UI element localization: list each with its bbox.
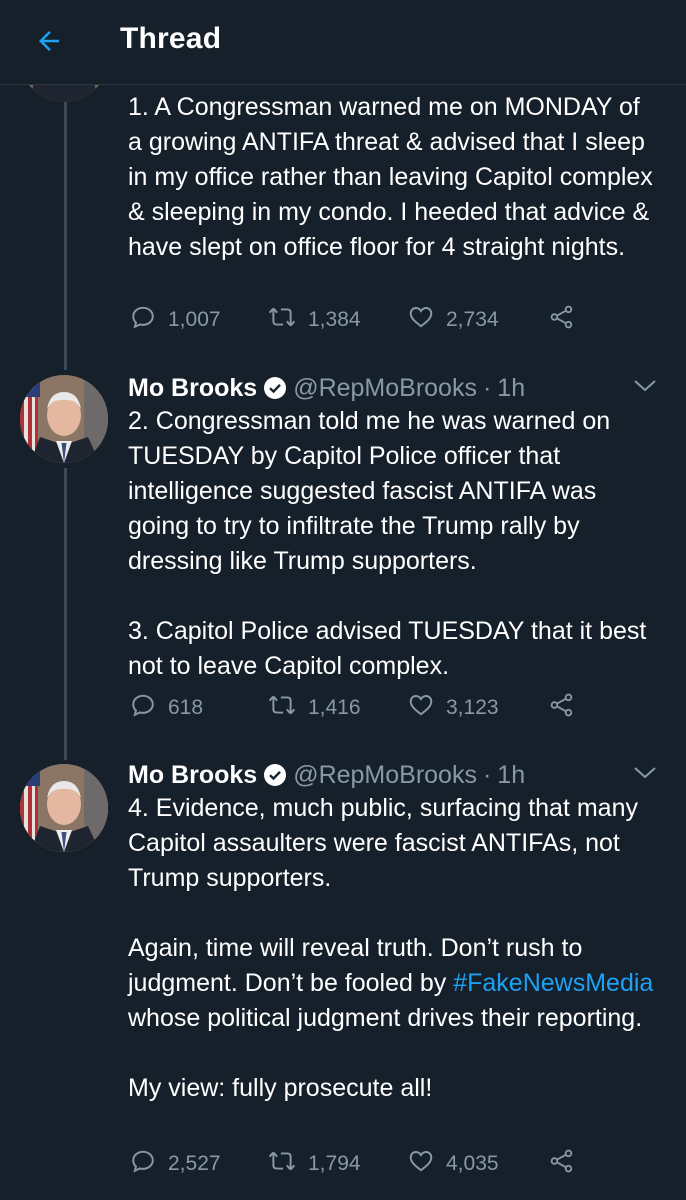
verified-badge-icon [263,376,287,400]
heart-icon [408,304,446,336]
avatar[interactable] [20,764,108,852]
tweet-text-part: 4. Evidence, much public, surfacing that… [128,794,638,997]
retweet-icon [268,304,308,336]
reply-count: 618 [168,696,204,719]
retweet-count: 1,794 [308,1152,361,1175]
retweet-count: 1,384 [308,308,361,331]
retweet-button[interactable]: 1,794 [268,1148,361,1180]
share-button[interactable] [548,692,588,724]
arrow-left-icon [34,26,64,61]
thread-line [64,84,67,370]
share-icon [548,692,588,724]
retweet-icon [268,1148,308,1180]
share-icon [548,304,588,336]
reply-button[interactable]: 618 [130,692,203,724]
separator-dot: · [482,374,492,402]
chevron-down-icon[interactable] [632,765,658,786]
retweet-button[interactable]: 1,384 [268,304,361,336]
hashtag-link[interactable]: #FakeNewsMedia [453,969,653,997]
tweet-actions: 618 1,416 3,123 [130,692,590,732]
retweet-icon [268,692,308,724]
retweet-count: 1,416 [308,696,361,719]
reply-button[interactable]: 2,527 [130,1148,221,1180]
tweet-header: Mo Brooks @RepMoBrooks · 1h [128,372,658,404]
like-button[interactable]: 3,123 [408,692,499,724]
thread-line [64,468,67,760]
verified-badge-icon [263,763,287,787]
like-count: 2,734 [446,308,499,331]
tweet-2[interactable]: Mo Brooks @RepMoBrooks · 1h 2. Congressm… [128,372,658,684]
like-count: 3,123 [446,696,499,719]
back-button[interactable] [26,20,72,66]
share-icon [548,1148,588,1180]
tweet-1[interactable]: 1. A Congressman warned me on MONDAY of … [128,90,658,265]
reply-count: 2,527 [168,1152,221,1175]
separator-dot: · [482,761,492,789]
reply-icon [130,1148,168,1180]
tweet-time[interactable]: 1h [497,759,525,791]
tweet-text: 2. Congressman told me he was warned on … [128,407,647,680]
heart-icon [408,692,446,724]
chevron-down-icon[interactable] [632,378,658,399]
like-button[interactable]: 4,035 [408,1148,499,1180]
heart-icon [408,1148,446,1180]
tweet-actions: 2,527 1,794 4,035 [130,1148,590,1188]
author-handle[interactable]: @RepMoBrooks [293,759,477,791]
like-button[interactable]: 2,734 [408,304,499,336]
author-name[interactable]: Mo Brooks [128,372,257,404]
tweet-3[interactable]: Mo Brooks @RepMoBrooks · 1h 4. Evidence,… [128,759,658,1106]
author-handle[interactable]: @RepMoBrooks [293,372,477,404]
reply-count: 1,007 [168,308,221,331]
avatar[interactable] [20,375,108,463]
author-name[interactable]: Mo Brooks [128,759,257,791]
tweet-text: 4. Evidence, much public, surfacing that… [128,791,658,1106]
tweet-actions: 1,007 1,384 2,734 [130,304,590,344]
like-count: 4,035 [446,1152,499,1175]
reply-icon [130,692,168,724]
reply-button[interactable]: 1,007 [130,304,221,336]
page-title: Thread [120,22,222,55]
share-button[interactable] [548,1148,588,1180]
reply-icon [130,304,168,336]
tweet-text: 1. A Congressman warned me on MONDAY of … [128,93,660,261]
top-bar: Thread [0,0,686,85]
tweet-time[interactable]: 1h [497,372,525,404]
share-button[interactable] [548,304,588,336]
tweet-header: Mo Brooks @RepMoBrooks · 1h [128,759,658,791]
retweet-button[interactable]: 1,416 [268,692,361,724]
